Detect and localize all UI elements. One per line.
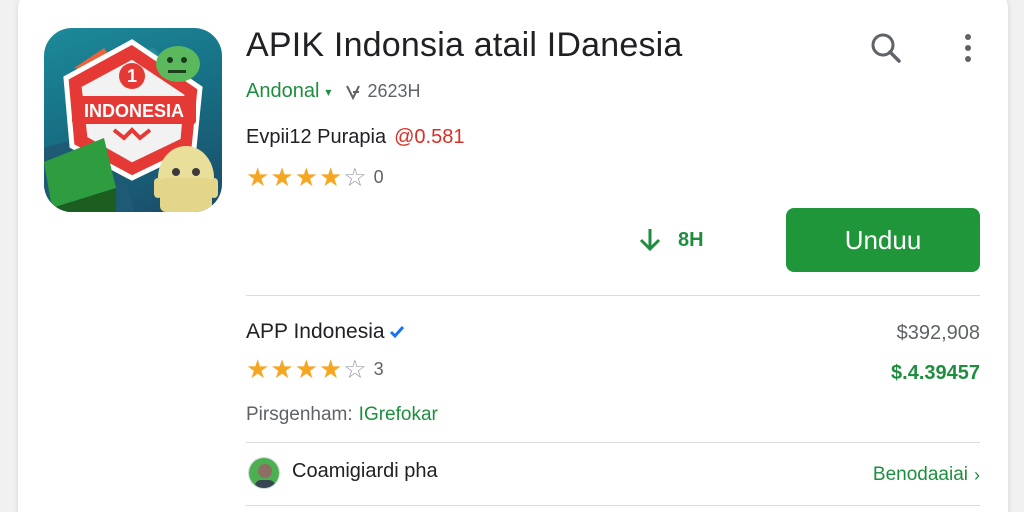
icon-badge-number: 1 [127,66,137,86]
download-arrow-icon [639,229,661,252]
app-title: APIK Indonsia atail IDanesia [246,26,683,64]
related-app-name[interactable]: APP Indonesia [246,320,385,344]
caret-down-icon: ▾ [325,84,332,99]
search-icon[interactable] [868,30,904,66]
star-empty-icon: ☆ [343,162,367,192]
star-filled-icon: ★ [270,354,294,384]
see-more-label: Benodaaiai [872,464,968,485]
meta-price: @0.581 [394,126,465,148]
download-size: 8H [636,226,704,254]
related-price-a: $392,908 [896,322,980,344]
rating-top: ★ ★ ★ ★ ☆ 0 [246,164,384,190]
verified-check-icon [389,326,404,339]
publisher-label: Pirsgenham: [246,404,353,425]
rating-count: 0 [373,166,384,187]
star-filled-icon: ★ [270,162,294,192]
divider [246,295,980,296]
avatar[interactable] [248,457,280,489]
meta-label: Evpii12 Purapia [246,126,387,148]
divider [246,505,980,506]
star-filled-icon: ★ [294,354,318,384]
more-vert-icon[interactable] [952,30,984,66]
star-empty-icon: ☆ [343,354,367,384]
developer-row: Andonal ▾ 2623H [246,80,420,103]
publisher-link[interactable]: IGrefokar [359,404,438,425]
app-icon[interactable]: 1 INDONESIA [44,28,222,212]
see-more-link[interactable]: Benodaaiai › [873,464,980,486]
download-count: 2623H [367,81,421,101]
rating-count: 3 [373,358,384,379]
star-filled-icon: ★ [294,162,318,192]
meta-row: Evpii12 Purapia @0.581 [246,126,464,149]
rating-related: ★ ★ ★ ★ ☆ 3 [246,356,384,382]
star-filled-icon: ★ [318,354,343,384]
star-filled-icon: ★ [246,162,270,192]
star-filled-icon: ★ [246,354,270,384]
icon-badge-label: INDONESIA [84,101,184,121]
download-count-icon [343,82,363,102]
install-button[interactable]: Unduu [786,208,980,272]
related-price-b: $.4.39457 [891,362,980,384]
app-icon-artwork: 1 INDONESIA [44,39,218,212]
divider [246,442,980,443]
developer-link[interactable]: Andonal [246,80,319,103]
related-app-row[interactable]: APP Indonesia [246,320,405,344]
chevron-right-icon: › [974,464,980,485]
star-filled-icon: ★ [318,162,343,192]
comment-text: Coamigiardi pha [292,460,438,482]
publisher-row: Pirsgenham: IGrefokar [246,404,438,426]
size-text: 8H [678,228,704,251]
